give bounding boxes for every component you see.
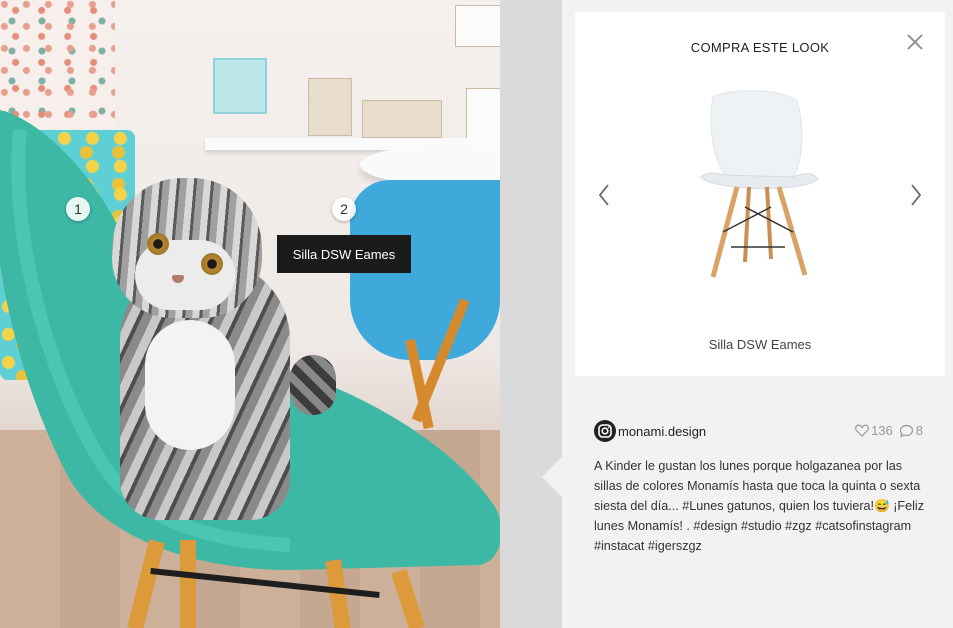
- cat-eye: [201, 253, 223, 275]
- likes[interactable]: 136: [855, 423, 893, 438]
- hotspot-number: 2: [340, 201, 348, 217]
- product-image[interactable]: [693, 87, 823, 287]
- hotspot-1[interactable]: 1: [66, 197, 90, 221]
- cat-tail: [290, 355, 336, 415]
- comments[interactable]: 8: [899, 423, 923, 438]
- likes-count: 136: [871, 423, 893, 438]
- heart-icon: [855, 424, 869, 437]
- comment-icon: [899, 424, 913, 438]
- post-caption: A Kinder le gustan los lunes porque holg…: [594, 459, 925, 553]
- product-name[interactable]: Silla DSW Eames: [575, 337, 945, 352]
- shelf-frame: [455, 5, 500, 47]
- post-stats: 136 8: [855, 423, 923, 438]
- comments-count: 8: [915, 423, 923, 438]
- username: monami.design: [618, 423, 707, 439]
- instagram-icon: [594, 420, 616, 442]
- hotspot-tooltip: Silla DSW Eames: [277, 235, 411, 273]
- instagram-user[interactable]: monami.design: [594, 420, 706, 442]
- close-icon[interactable]: [905, 32, 925, 52]
- card-title: COMPRA ESTE LOOK: [690, 40, 830, 55]
- hotspot-2[interactable]: 2: [332, 197, 356, 221]
- product-card: COMPRA ESTE LOOK Silla DSW Eames: [575, 12, 945, 376]
- mint-chair-leg: [180, 540, 196, 628]
- caption-pointer: [542, 455, 564, 499]
- chevron-left-icon[interactable]: [595, 182, 613, 208]
- hotspot-number: 1: [74, 201, 82, 217]
- tooltip-label: Silla DSW Eames: [292, 246, 396, 262]
- chevron-right-icon[interactable]: [907, 182, 925, 208]
- cat-eye: [147, 233, 169, 255]
- look-photo: 1 2 Silla DSW Eames: [0, 0, 500, 628]
- panel-gutter: [500, 0, 562, 628]
- cat-chest: [145, 320, 235, 450]
